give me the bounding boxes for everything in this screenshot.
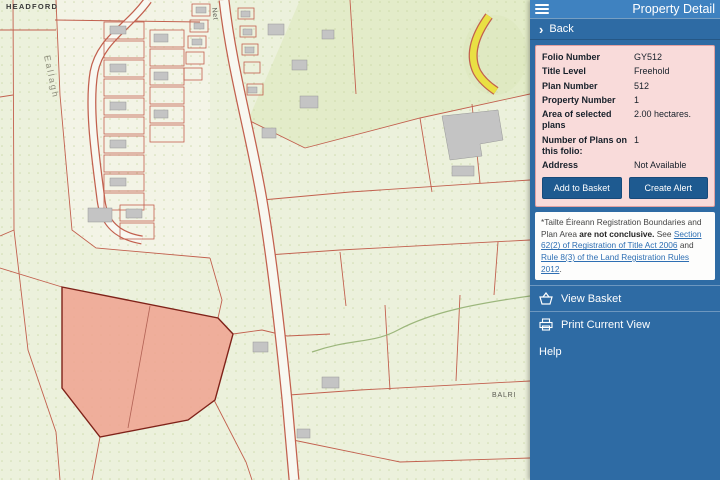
basket-icon [539, 292, 553, 305]
detail-row-plan-count: Number of Plans on this folio: 1 [542, 135, 708, 158]
print-label: Print Current View [561, 319, 650, 331]
detail-row-area: Area of selected plans 2.00 hectares. [542, 109, 708, 132]
panel-title: Property Detail [632, 2, 715, 16]
disclaimer-text: . [559, 264, 561, 274]
map-view[interactable]: HEADFORD Eallagh Net BALRI [0, 0, 530, 480]
app-window: HEADFORD Eallagh Net BALRI Property Deta… [0, 0, 720, 480]
detail-label: Area of selected plans [542, 109, 634, 132]
disclaimer-bold: are not conclusive. [579, 229, 654, 239]
help-link[interactable]: Help [530, 337, 720, 367]
detail-label: Property Number [542, 95, 634, 106]
view-basket-label: View Basket [561, 293, 621, 305]
detail-value: GY512 [634, 52, 662, 63]
detail-row-plan-number: Plan Number 512 [542, 81, 708, 92]
detail-value: 1 [634, 135, 639, 146]
detail-row-title-level: Title Level Freehold [542, 66, 708, 77]
back-button[interactable]: › Back [530, 18, 720, 40]
view-basket-button[interactable]: View Basket [530, 285, 720, 311]
back-chevron-icon: › [539, 23, 543, 36]
detail-row-folio-number: Folio Number GY512 [542, 52, 708, 63]
detail-value: Freehold [634, 66, 670, 77]
disclaimer-text: See [654, 229, 673, 239]
disclaimer-note: *Tailte Éireann Registration Boundaries … [535, 212, 715, 280]
detail-row-address: Address Not Available [542, 160, 708, 171]
detail-value: 512 [634, 81, 649, 92]
map-label-headford: HEADFORD [6, 2, 58, 11]
detail-label: Title Level [542, 66, 634, 77]
detail-label: Folio Number [542, 52, 634, 63]
printer-icon [539, 318, 553, 331]
detail-value: Not Available [634, 160, 686, 171]
detail-actions: Add to Basket Create Alert [542, 177, 708, 199]
back-label: Back [549, 23, 573, 35]
detail-value: 2.00 hectares. [634, 109, 691, 120]
detail-value: 1 [634, 95, 639, 106]
menu-icon[interactable] [535, 3, 549, 15]
disclaimer-text: and [678, 240, 694, 250]
print-current-view-button[interactable]: Print Current View [530, 311, 720, 337]
property-details-card: Folio Number GY512 Title Level Freehold … [535, 45, 715, 207]
detail-label: Number of Plans on this folio: [542, 135, 634, 158]
panel-header: Property Detail [530, 0, 720, 18]
map-label-balri: BALRI [492, 392, 516, 399]
create-alert-button[interactable]: Create Alert [629, 177, 709, 199]
land-registration-rules-link[interactable]: Rule 8(3) of the Land Registration Rules… [541, 252, 689, 274]
detail-label: Address [542, 160, 634, 171]
detail-row-property-number: Property Number 1 [542, 95, 708, 106]
property-detail-panel: Property Detail › Back Folio Number GY51… [530, 0, 720, 480]
detail-label: Plan Number [542, 81, 634, 92]
add-to-basket-button[interactable]: Add to Basket [542, 177, 622, 199]
